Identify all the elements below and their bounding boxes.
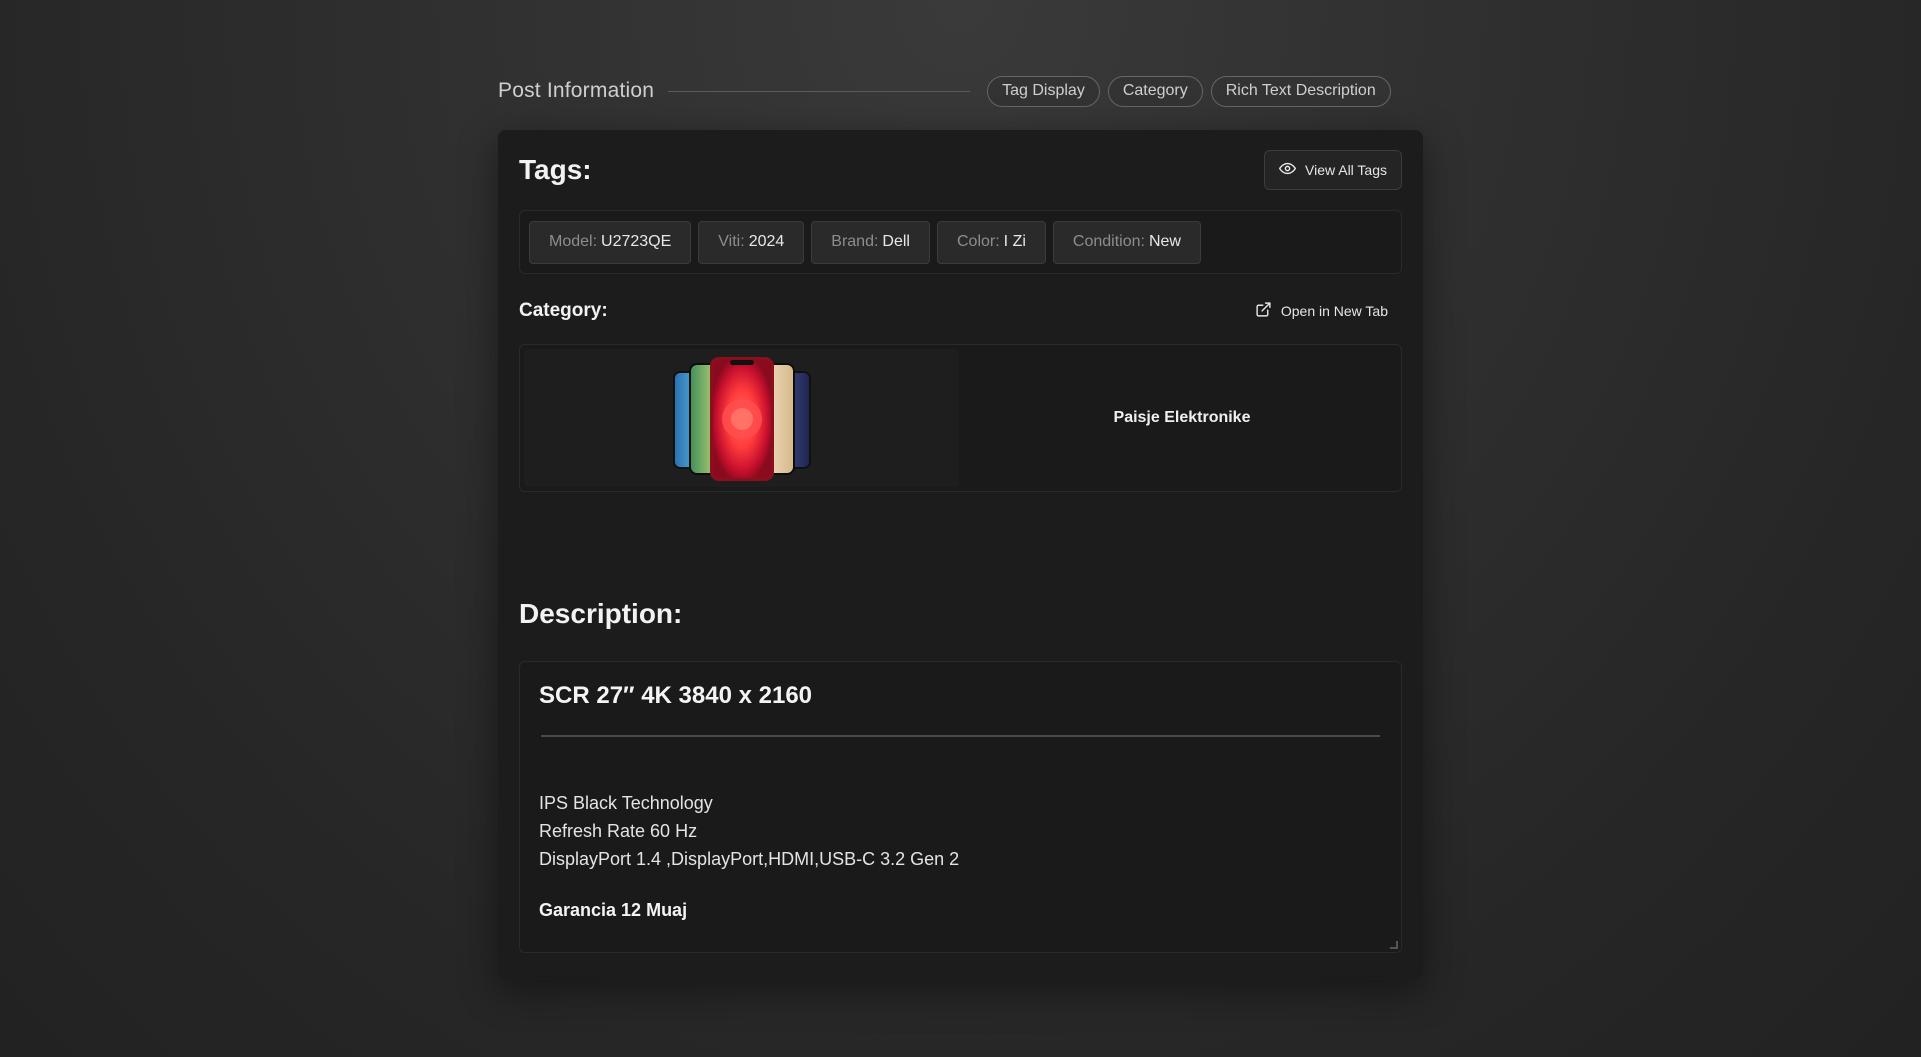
category-header: Category: Open in New Tab: [519, 300, 1402, 322]
description-lines: IPS Black Technology Refresh Rate 60 Hz …: [539, 789, 1382, 873]
tag-key: Brand:: [831, 233, 879, 250]
post-information-panel: Post Information Tag Display Category Ri…: [498, 74, 1423, 980]
description-line: IPS Black Technology: [539, 793, 713, 813]
tags-heading: Tags:: [519, 154, 592, 185]
tag-value: U2723QE: [601, 233, 672, 250]
tag-model[interactable]: Model: U2723QE: [529, 220, 692, 264]
view-all-tags-button[interactable]: View All Tags: [1264, 150, 1402, 190]
page-title: Post Information: [498, 79, 655, 102]
tags-header: Tags: View All Tags: [519, 150, 1402, 190]
tag-value: New: [1148, 233, 1181, 250]
tag-brand[interactable]: Brand: Dell: [811, 220, 930, 264]
open-in-new-tab-button[interactable]: Open in New Tab: [1255, 301, 1402, 321]
tags-list: Model: U2723QE Viti: 2024 Brand: Dell Color…: [519, 210, 1402, 274]
description-title: SCR 27″ 4K 3840 x 2160: [539, 682, 813, 709]
description-line: DisplayPort 1.4 ,DisplayPort,HDMI,USB-C …: [539, 849, 960, 869]
section-pills: Tag Display Category Rich Text Descripti…: [987, 75, 1391, 107]
tag-key: Viti:: [718, 233, 745, 250]
tag-key: Condition:: [1072, 233, 1145, 250]
pill-category[interactable]: Category: [1107, 75, 1203, 107]
description-heading: Description:: [519, 598, 683, 629]
tag-value: Dell: [882, 233, 910, 250]
tag-key: Color:: [956, 233, 1000, 250]
external-link-icon: [1255, 301, 1272, 321]
view-all-tags-label: View All Tags: [1305, 162, 1387, 178]
resize-handle[interactable]: [1390, 941, 1398, 949]
tag-condition[interactable]: Condition: New: [1052, 220, 1201, 264]
open-in-new-tab-label: Open in New Tab: [1280, 303, 1388, 319]
category-name: Paisje Elektronike: [1113, 409, 1251, 426]
tag-color[interactable]: Color: I Zi: [936, 220, 1046, 264]
category-heading: Category:: [519, 300, 608, 321]
warranty-text: Garancia 12 Muaj: [539, 900, 688, 920]
description-line: Refresh Rate 60 Hz: [539, 821, 698, 841]
description-divider: [541, 735, 1380, 737]
rich-text-description[interactable]: SCR 27″ 4K 3840 x 2160 IPS Black Technol…: [519, 661, 1402, 953]
pill-rich-text-description[interactable]: Rich Text Description: [1210, 75, 1391, 107]
tag-key: Model:: [549, 233, 598, 250]
eye-icon: [1279, 160, 1297, 180]
post-card: Tags: View All Tags Model: U2723QE Viti: 2…: [498, 130, 1423, 980]
category-image: [524, 349, 959, 487]
section-header: Post Information Tag Display Category Ri…: [498, 74, 1423, 108]
tag-value: 2024: [748, 233, 785, 250]
tag-viti[interactable]: Viti: 2024: [698, 220, 805, 264]
tag-value: I Zi: [1003, 233, 1026, 250]
pill-tag-display[interactable]: Tag Display: [987, 75, 1100, 107]
smartphones-image: [672, 357, 811, 481]
header-divider: [668, 90, 971, 92]
category-card[interactable]: Paisje Elektronike: [519, 344, 1402, 492]
